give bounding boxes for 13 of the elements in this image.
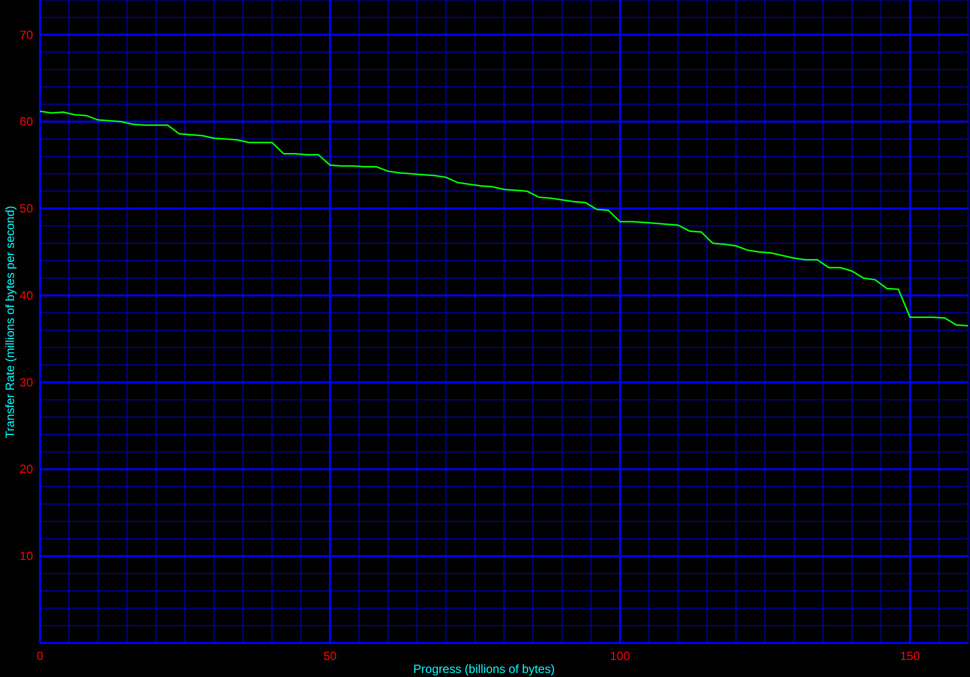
x-axis-title: Progress (billions of bytes) xyxy=(413,662,555,676)
y-tick-label: 20 xyxy=(20,462,33,476)
y-tick-label: 10 xyxy=(20,549,33,564)
y-tick-label: 60 xyxy=(20,114,33,129)
y-tick-label: 70 xyxy=(20,28,33,42)
x-tick-label: 0 xyxy=(36,649,44,663)
x-tick-label: 50 xyxy=(323,649,337,663)
y-axis-title: Transfer Rate (millions of bytes per second) xyxy=(3,206,17,438)
y-tick-label: 50 xyxy=(20,202,33,216)
y-tick-label: 30 xyxy=(20,375,33,390)
x-tick-label: 150 xyxy=(900,649,920,663)
x-tick-label: 100 xyxy=(610,649,630,663)
y-tick-label: 40 xyxy=(20,288,33,302)
